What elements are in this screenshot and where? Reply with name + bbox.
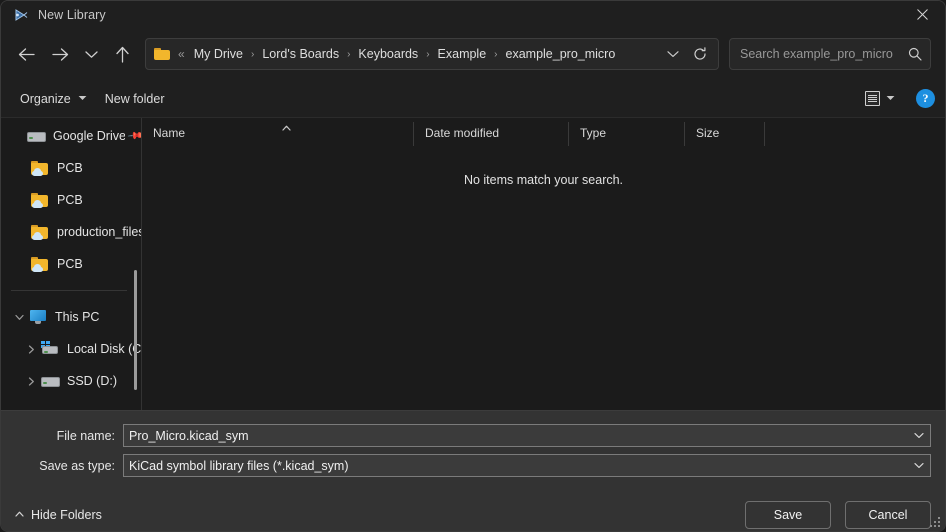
windows-disk-icon bbox=[41, 341, 59, 357]
column-header-label: Size bbox=[696, 126, 720, 140]
folder-cloud-icon bbox=[31, 160, 49, 176]
hide-folders-button[interactable]: Hide Folders bbox=[15, 508, 102, 522]
search-box[interactable] bbox=[729, 38, 931, 70]
address-chevron-down-icon[interactable] bbox=[660, 41, 686, 67]
chevron-down-icon bbox=[78, 95, 87, 103]
back-arrow-icon[interactable] bbox=[9, 37, 43, 71]
sidebar-item-label: Google Drive bbox=[53, 129, 125, 143]
window-title: New Library bbox=[38, 7, 106, 22]
breadcrumb-separator[interactable]: › bbox=[489, 49, 502, 60]
breadcrumb-overflow-icon[interactable]: « bbox=[178, 47, 185, 61]
sidebar-item-pcb-2[interactable]: PCB bbox=[1, 184, 141, 216]
sidebar-item-label: Local Disk (C:) bbox=[67, 342, 141, 356]
navigation-pane: Google Drive 📌 PCB PCB production_files … bbox=[1, 118, 141, 410]
sidebar-item-this-pc[interactable]: This PC bbox=[1, 301, 141, 333]
sidebar-divider bbox=[11, 290, 127, 291]
column-header-name[interactable]: Name bbox=[142, 122, 414, 146]
cancel-button[interactable]: Cancel bbox=[845, 500, 931, 529]
file-save-dialog: New Library « My Drive › Lord's Boards ›… bbox=[0, 0, 946, 532]
search-icon[interactable] bbox=[908, 47, 922, 61]
chevron-down-icon[interactable] bbox=[9, 307, 29, 327]
disk-icon bbox=[41, 373, 60, 389]
sidebar-item-label: This PC bbox=[55, 310, 100, 324]
dialog-actions: Hide Folders Save Cancel bbox=[1, 484, 945, 531]
breadcrumb-item-my-drive[interactable]: My Drive bbox=[191, 44, 246, 64]
refresh-icon[interactable] bbox=[686, 41, 714, 67]
chevron-right-icon[interactable] bbox=[21, 339, 41, 359]
up-arrow-icon[interactable] bbox=[105, 37, 139, 71]
sidebar-item-pcb-3[interactable]: PCB bbox=[1, 248, 141, 280]
column-header-label: Date modified bbox=[425, 126, 500, 140]
sort-ascending-icon bbox=[282, 124, 291, 133]
address-bar[interactable]: « My Drive › Lord's Boards › Keyboards ›… bbox=[145, 38, 719, 70]
sidebar-item-pcb-1[interactable]: PCB bbox=[1, 152, 141, 184]
chevron-down-icon[interactable] bbox=[910, 456, 928, 475]
organize-label: Organize bbox=[20, 91, 71, 106]
chevron-down-icon[interactable] bbox=[886, 95, 895, 103]
folder-icon bbox=[154, 47, 171, 61]
breadcrumb-item-example[interactable]: Example bbox=[435, 44, 490, 64]
folder-cloud-icon bbox=[31, 192, 49, 208]
navigation-bar: « My Drive › Lord's Boards › Keyboards ›… bbox=[1, 28, 945, 80]
column-header-type[interactable]: Type bbox=[569, 122, 685, 146]
save-button[interactable]: Save bbox=[745, 500, 831, 529]
sidebar-item-ssd-d[interactable]: SSD (D:) bbox=[1, 365, 141, 397]
breadcrumb-separator[interactable]: › bbox=[421, 49, 434, 60]
sidebar-item-label: PCB bbox=[57, 257, 83, 271]
hide-folders-label: Hide Folders bbox=[31, 507, 102, 522]
kicad-symbol-editor-icon bbox=[13, 7, 29, 23]
forward-arrow-icon[interactable] bbox=[43, 37, 77, 71]
breadcrumb-separator[interactable]: › bbox=[246, 49, 259, 60]
chevron-down-icon[interactable] bbox=[910, 426, 928, 445]
dialog-body: Google Drive 📌 PCB PCB production_files … bbox=[1, 118, 945, 410]
chevron-up-icon bbox=[15, 510, 24, 519]
this-pc-icon bbox=[29, 309, 47, 325]
file-name-combobox[interactable] bbox=[123, 424, 931, 447]
folder-cloud-icon bbox=[31, 256, 49, 272]
sidebar-item-label: production_files bbox=[57, 225, 141, 239]
details-view-icon bbox=[865, 91, 880, 106]
help-button[interactable]: ? bbox=[916, 89, 935, 108]
drive-icon bbox=[27, 128, 46, 144]
breadcrumb-item-keyboards[interactable]: Keyboards bbox=[355, 44, 421, 64]
empty-list-message: No items match your search. bbox=[463, 173, 624, 187]
save-as-type-row: Save as type: bbox=[1, 454, 945, 477]
column-headers: Name Date modified Type Size bbox=[142, 118, 945, 146]
save-as-type-label: Save as type: bbox=[39, 458, 115, 473]
breadcrumb-item-example-pro-micro[interactable]: example_pro_micro bbox=[503, 44, 619, 64]
sidebar-item-production-files[interactable]: production_files bbox=[1, 216, 141, 248]
sidebar-item-google-drive[interactable]: Google Drive 📌 bbox=[1, 120, 141, 152]
view-mode-button[interactable] bbox=[858, 87, 902, 110]
column-header-date-modified[interactable]: Date modified bbox=[414, 122, 569, 146]
new-folder-button[interactable]: New folder bbox=[96, 87, 174, 111]
folder-cloud-icon bbox=[31, 224, 49, 240]
sidebar-item-label: PCB bbox=[57, 193, 83, 207]
file-list-pane: Name Date modified Type Size No items ma… bbox=[142, 118, 945, 410]
command-bar: Organize New folder ? bbox=[1, 80, 945, 118]
sidebar-scrollbar[interactable] bbox=[134, 270, 137, 390]
pin-icon: 📌 bbox=[126, 127, 141, 145]
save-as-type-value[interactable] bbox=[129, 458, 910, 473]
recent-locations-chevron-down-icon[interactable] bbox=[77, 37, 105, 71]
file-name-input[interactable] bbox=[129, 428, 910, 443]
breadcrumb-item-lords-boards[interactable]: Lord's Boards bbox=[259, 44, 342, 64]
sidebar-item-label: PCB bbox=[57, 161, 83, 175]
search-input[interactable] bbox=[740, 47, 908, 61]
chevron-right-icon[interactable] bbox=[21, 371, 41, 391]
sidebar-item-label: SSD (D:) bbox=[67, 374, 117, 388]
column-header-size[interactable]: Size bbox=[685, 122, 765, 146]
close-icon[interactable] bbox=[899, 1, 945, 28]
column-header-label: Type bbox=[580, 126, 607, 140]
resize-grip-icon[interactable] bbox=[930, 517, 941, 528]
save-form-panel: File name: Save as type: bbox=[1, 410, 945, 531]
organize-button[interactable]: Organize bbox=[11, 87, 96, 111]
save-as-type-combobox[interactable] bbox=[123, 454, 931, 477]
sidebar-item-local-disk-c[interactable]: Local Disk (C:) bbox=[1, 333, 141, 365]
column-header-label: Name bbox=[153, 126, 186, 140]
title-bar: New Library bbox=[1, 1, 945, 28]
file-name-label: File name: bbox=[56, 428, 115, 443]
breadcrumb-separator[interactable]: › bbox=[342, 49, 355, 60]
file-name-row: File name: bbox=[1, 424, 945, 447]
new-folder-label: New folder bbox=[104, 91, 165, 106]
